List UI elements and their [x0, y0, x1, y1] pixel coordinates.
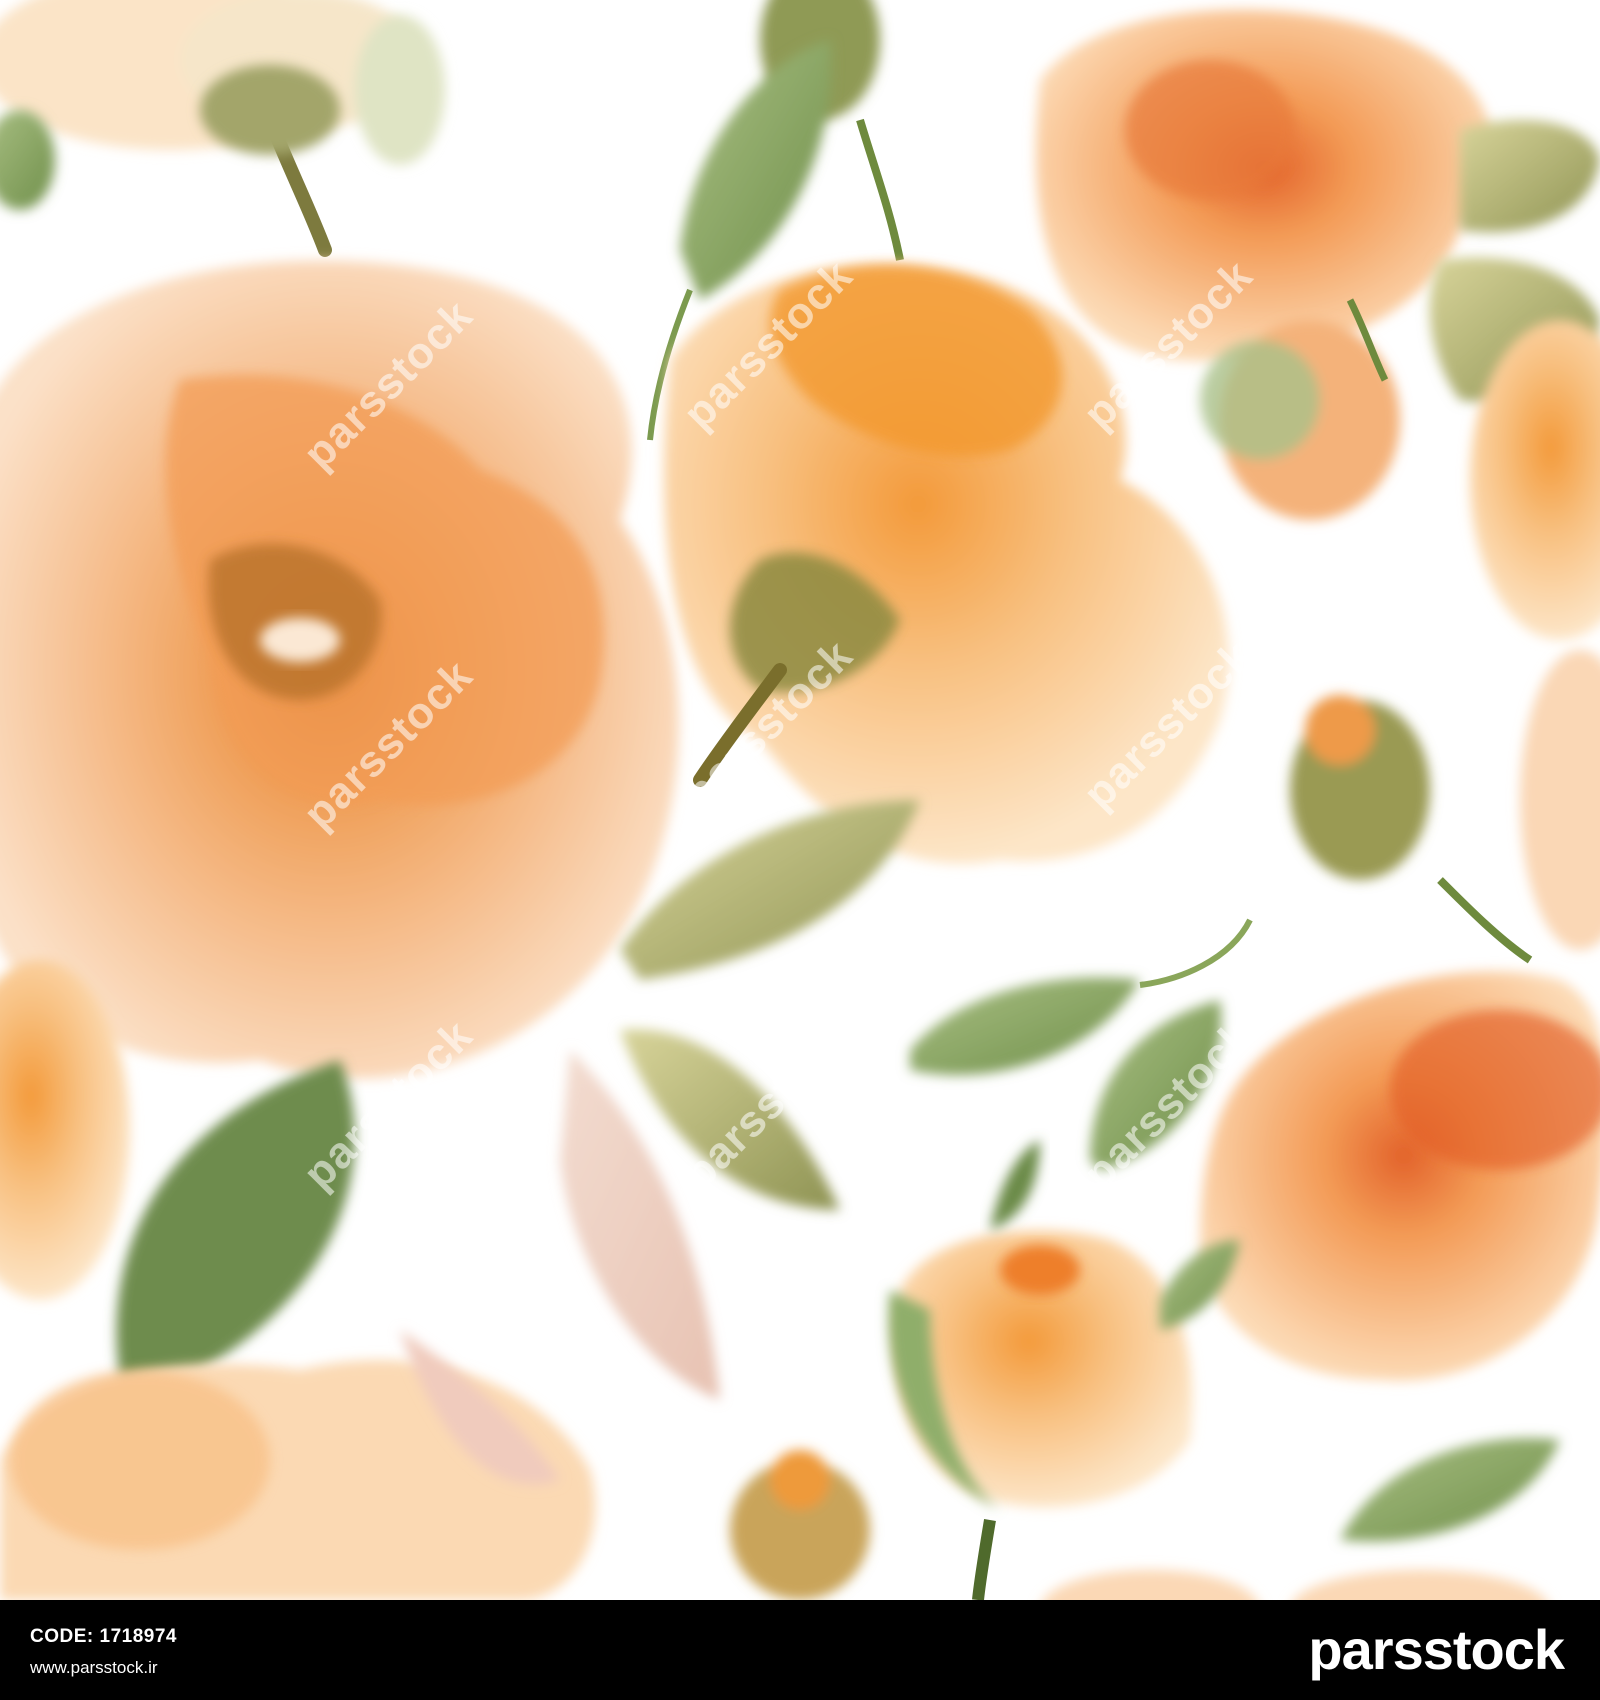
leaf-bottom-right: [1340, 1438, 1560, 1542]
floral-pattern-illustration: [0, 0, 1600, 1600]
parsstock-logo: parsstock: [1308, 1614, 1565, 1684]
rose-edge-bottom-right: [1294, 1570, 1546, 1600]
watercolor-floral-artwork: parsstock parsstock parsstock parsstock …: [0, 0, 1600, 1600]
stem-center-leaves: [1139, 918, 1253, 988]
rosebud-bottom-center: [888, 1230, 1193, 1510]
rose-top-right: [1035, 9, 1493, 362]
rose-bottom-left: [0, 1330, 596, 1600]
leaf-top-center: [680, 40, 832, 300]
image-info-footer: CODE: 1718974 www.parsstock.ir parsstock: [0, 1600, 1600, 1700]
website-link[interactable]: www.parsstock.ir: [30, 1658, 158, 1678]
leaf-center-right: [1090, 1000, 1222, 1170]
rose-edge-right-lower: [1520, 650, 1600, 950]
image-code-label: CODE: 1718974: [30, 1626, 177, 1647]
stem-top-center: [856, 118, 904, 261]
rose-large-left: [0, 260, 679, 1079]
leaf-dark-lower-left: [116, 1060, 355, 1380]
stem-rosebud-bottom-center: [972, 1519, 996, 1600]
leaf-top-right: [1460, 120, 1600, 233]
leaf-small-bottom-center: [990, 1140, 1040, 1230]
bud-bottom-small: [730, 1450, 870, 1600]
rose-bottom-right: [1200, 971, 1600, 1381]
stock-image-viewer: parsstock parsstock parsstock parsstock …: [0, 0, 1600, 1700]
stem-bud-right-middle: [1437, 877, 1533, 964]
rose-edge-bottom-center: [1043, 1570, 1257, 1600]
leaf-center-left: [910, 977, 1140, 1076]
brand-name: parsstock: [1308, 1617, 1565, 1681]
rose-middle: [664, 264, 1229, 864]
bud-right-middle: [1290, 695, 1430, 880]
